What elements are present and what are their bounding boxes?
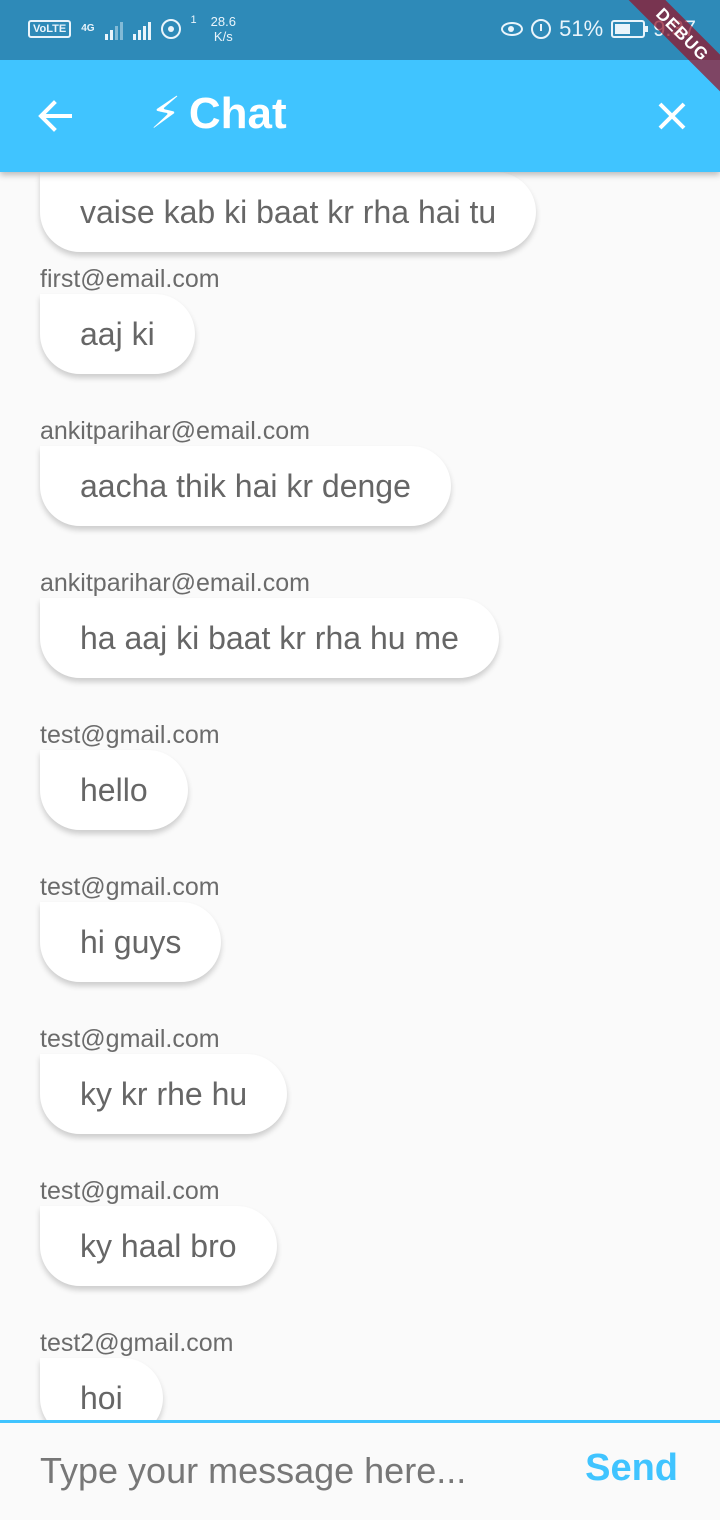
message: test@gmail.com ky kr rhe hu	[40, 1024, 288, 1134]
message-bubble: hoi	[40, 1358, 163, 1420]
message-sender: test@gmail.com	[40, 1025, 220, 1053]
message: ankitparihar@email.com aacha thik hai kr…	[40, 416, 451, 526]
signal-icon	[104, 18, 123, 40]
message: test@gmail.com hello	[40, 720, 220, 830]
message-sender: ankitparihar@email.com	[40, 569, 310, 597]
volte-icon: VoLTE	[28, 20, 72, 38]
message: ankitparihar@email.com ha aaj ki baat kr…	[40, 568, 499, 678]
page-title-text: Chat	[188, 88, 287, 138]
hotspot-count: 1	[190, 14, 197, 26]
net-speed: 28.6 K/s	[211, 14, 236, 44]
battery-icon	[611, 20, 649, 38]
message-bubble: ha aaj ki baat kr rha hu me	[40, 598, 499, 678]
message-bubble: ky haal bro	[40, 1206, 277, 1286]
message: vaise kab ki baat kr rha hai tu	[40, 172, 537, 252]
status-bar: VoLTE 4G 1 28.6 K/s 51% 9:37	[0, 0, 720, 60]
message-bubble: aaj ki	[40, 294, 195, 374]
lightning-icon: ⚡	[150, 89, 181, 138]
page-title: ⚡ Chat	[150, 88, 287, 139]
network-type: 4G	[81, 23, 95, 34]
message-input[interactable]	[40, 1441, 560, 1501]
message: test@gmail.com ky haal bro	[40, 1176, 277, 1286]
message: test@gmail.com hi guys	[40, 872, 222, 982]
signal-icon-2	[132, 18, 151, 40]
back-arrow-icon[interactable]	[36, 96, 76, 136]
status-left: VoLTE 4G 1 28.6 K/s	[28, 14, 236, 44]
message-sender: test@gmail.com	[40, 873, 220, 901]
message-list[interactable]: vaise kab ki baat kr rha hai tu first@em…	[0, 172, 720, 1420]
message-bubble: ky kr rhe hu	[40, 1054, 288, 1134]
message: test2@gmail.com hoi	[40, 1328, 234, 1420]
message-sender: first@email.com	[40, 265, 220, 293]
message-bubble: vaise kab ki baat kr rha hai tu	[40, 172, 537, 252]
alarm-icon	[531, 19, 552, 39]
message-bubble: hello	[40, 750, 188, 830]
eye-comfort-icon	[501, 22, 524, 36]
message-bubble: hi guys	[40, 902, 222, 982]
message-composer: Send	[0, 1420, 720, 1520]
net-speed-unit: K/s	[213, 29, 233, 44]
app-bar: ⚡ Chat	[0, 60, 720, 172]
message-sender: test2@gmail.com	[40, 1329, 234, 1357]
message-sender: test@gmail.com	[40, 1177, 220, 1205]
message-sender: ankitparihar@email.com	[40, 417, 310, 445]
net-speed-value: 28.6	[210, 14, 236, 29]
message-sender: test@gmail.com	[40, 721, 220, 749]
battery-percent: 51%	[559, 16, 604, 41]
hotspot-icon	[160, 19, 181, 39]
send-button[interactable]: Send	[585, 1447, 678, 1490]
message: first@email.com aaj ki	[40, 264, 220, 374]
message-bubble: aacha thik hai kr denge	[40, 446, 451, 526]
close-icon[interactable]	[652, 96, 692, 136]
